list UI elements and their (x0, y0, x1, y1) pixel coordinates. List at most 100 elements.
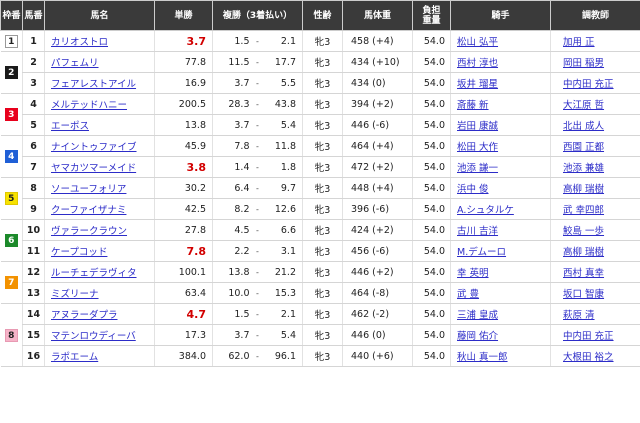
place-odds-separator: - (252, 324, 263, 346)
jockey-link[interactable]: 松山 弘平 (457, 37, 498, 48)
place-odds-high: 5.5 (262, 72, 303, 94)
trainer-link[interactable]: 中内田 充正 (563, 79, 614, 90)
frame-cell: 4 (0, 135, 23, 178)
jockey-cell: M.デムーロ (450, 240, 551, 262)
carried-weight: 54.0 (412, 135, 451, 157)
frame-cell: 5 (0, 177, 23, 220)
horse-name-link[interactable]: ナイントゥファイブ (51, 142, 137, 153)
jockey-link[interactable]: 岩田 康誠 (457, 121, 498, 132)
table-row: 3 フェアレストアイル 16.9 3.7-5.5 牝3 434 (0) 54.0 坂井 瑠星 中… (1, 72, 640, 94)
jockey-link[interactable]: 斎藤 新 (457, 100, 489, 111)
jockey-link[interactable]: 松田 大作 (457, 142, 498, 153)
place-odds-separator: - (252, 93, 263, 115)
horse-name-link[interactable]: フェアレストアイル (51, 79, 136, 90)
place-odds-separator: - (252, 156, 263, 178)
header-trainer: 調教師 (550, 0, 640, 31)
horse-name-link[interactable]: メルテッドハニー (51, 100, 127, 111)
header-win: 単勝 (154, 0, 213, 31)
horse-name-cell: アヌラーダプラ (44, 303, 155, 325)
jockey-link[interactable]: 坂井 瑠星 (457, 79, 498, 90)
trainer-link[interactable]: 武 幸四郎 (563, 205, 604, 216)
place-odds-separator: - (252, 198, 263, 220)
jockey-link[interactable]: 三浦 皇成 (457, 310, 498, 321)
horse-name-link[interactable]: ラポエーム (51, 352, 98, 363)
horse-name-link[interactable]: ルーチェデラヴィタ (51, 268, 137, 279)
place-odds-low: 8.2 (212, 198, 253, 220)
horse-name-link[interactable]: エーポス (51, 121, 89, 132)
jockey-cell: 古川 吉洋 (450, 219, 551, 241)
place-odds-separator: - (252, 135, 263, 157)
horse-name-cell: パフェムリ (44, 51, 155, 73)
sex-age: 牝3 (302, 30, 343, 52)
header-jockey: 騎手 (450, 0, 551, 31)
horse-name-link[interactable]: ケープコッド (51, 247, 107, 258)
place-odds-high: 15.3 (262, 282, 303, 304)
carried-weight: 54.0 (412, 72, 451, 94)
jockey-link[interactable]: 古川 吉洋 (457, 226, 498, 237)
sex-age: 牝3 (302, 177, 343, 199)
trainer-link[interactable]: 池添 兼雄 (563, 163, 604, 174)
body-weight: 440 (+6) (342, 345, 413, 367)
jockey-cell: 秋山 真一郎 (450, 345, 551, 367)
header-load-line2: 重量 (422, 15, 441, 26)
trainer-link[interactable]: 大江原 哲 (563, 100, 604, 111)
jockey-link[interactable]: M.デムーロ (457, 247, 506, 258)
trainer-link[interactable]: 大根田 裕之 (563, 352, 614, 363)
horse-name-link[interactable]: マテンロウディーバ (51, 331, 136, 342)
horse-number: 2 (22, 51, 45, 73)
win-odds: 3.7 (154, 30, 213, 52)
horse-number: 10 (22, 219, 45, 241)
trainer-link[interactable]: 北出 成人 (563, 121, 604, 132)
trainer-link[interactable]: 坂口 智康 (563, 289, 604, 300)
trainer-link[interactable]: 高柳 瑞樹 (563, 184, 604, 195)
header-body-weight: 馬体重 (342, 0, 413, 31)
body-weight: 446 (+2) (342, 261, 413, 283)
jockey-link[interactable]: 池添 謙一 (457, 163, 498, 174)
horse-number: 8 (22, 177, 45, 199)
jockey-link[interactable]: 秋山 真一郎 (457, 352, 508, 363)
trainer-link[interactable]: 萩原 清 (563, 310, 595, 321)
horse-name-link[interactable]: カリオストロ (51, 37, 108, 48)
trainer-link[interactable]: 高柳 瑞樹 (563, 247, 604, 258)
horse-name-link[interactable]: アヌラーダプラ (51, 310, 118, 321)
jockey-link[interactable]: 浜中 俊 (457, 184, 489, 195)
trainer-link[interactable]: 西村 真幸 (563, 268, 604, 279)
frame-cell: 1 (0, 30, 23, 52)
carried-weight: 54.0 (412, 240, 451, 262)
horse-name-cell: ルーチェデラヴィタ (44, 261, 155, 283)
trainer-link[interactable]: 西園 正都 (563, 142, 604, 153)
horse-name-link[interactable]: ヴァラークラウン (51, 226, 127, 237)
jockey-link[interactable]: 西村 淳也 (457, 58, 498, 69)
horse-name-link[interactable]: ヤマカツマーメイド (51, 163, 136, 174)
jockey-link[interactable]: 幸 英明 (457, 268, 489, 279)
jockey-link[interactable]: 藤岡 佑介 (457, 331, 498, 342)
horse-name-link[interactable]: クーファイザナミ (51, 205, 126, 216)
horse-name-link[interactable]: ミズリーナ (51, 289, 99, 300)
trainer-cell: 鮫島 一歩 (550, 219, 640, 241)
place-odds-low: 3.7 (212, 324, 253, 346)
horse-number: 5 (22, 114, 45, 136)
frame-cell: 8 (0, 303, 23, 367)
win-odds: 42.5 (154, 198, 213, 220)
place-odds-low: 10.0 (212, 282, 253, 304)
sex-age: 牝3 (302, 261, 343, 283)
jockey-link[interactable]: 武 豊 (457, 289, 479, 300)
header-row: 枠番 馬番 馬名 単勝 複勝（3着払い） 性齢 馬体重 負担 重量 騎手 調教師 (0, 0, 640, 31)
trainer-link[interactable]: 加用 正 (563, 37, 595, 48)
jockey-cell: 藤岡 佑介 (450, 324, 551, 346)
win-odds: 4.7 (154, 303, 213, 325)
horse-name-link[interactable]: パフェムリ (51, 58, 99, 69)
horse-name-link[interactable]: ソーユーフォリア (51, 184, 126, 195)
trainer-link[interactable]: 岡田 稲男 (563, 58, 604, 69)
table-row: 9 クーファイザナミ 42.5 8.2-12.6 牝3 396 (-6) 54.0 A.シュタ… (1, 198, 640, 220)
trainer-link[interactable]: 鮫島 一歩 (563, 226, 604, 237)
body-weight: 462 (-2) (342, 303, 413, 325)
body-weight: 464 (+4) (342, 135, 413, 157)
trainer-cell: 加用 正 (550, 30, 640, 52)
jockey-cell: 三浦 皇成 (450, 303, 551, 325)
jockey-link[interactable]: A.シュタルケ (457, 205, 514, 216)
trainer-cell: 西園 正都 (550, 135, 640, 157)
horse-name-cell: フェアレストアイル (44, 72, 155, 94)
place-odds-low: 1.5 (212, 303, 253, 325)
trainer-link[interactable]: 中内田 充正 (563, 331, 614, 342)
